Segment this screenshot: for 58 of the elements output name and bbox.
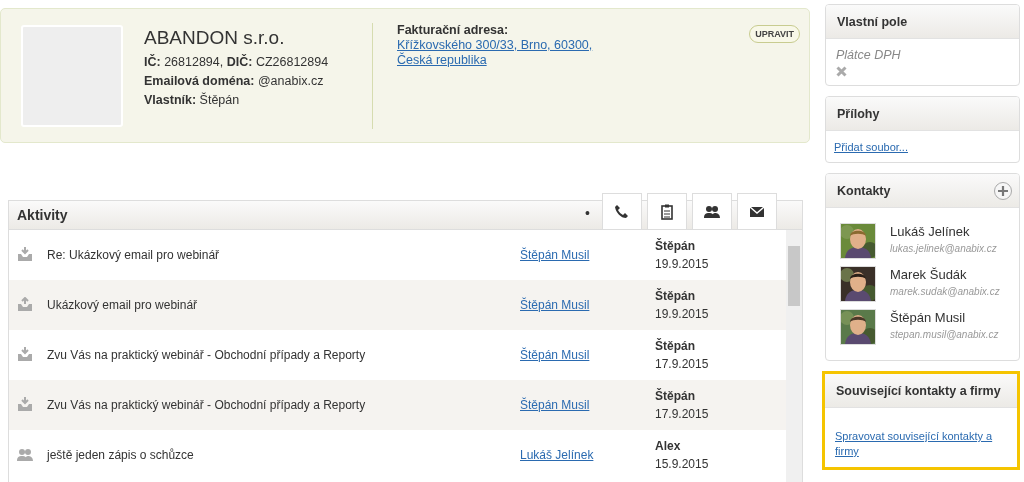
- edit-button[interactable]: UPRAVIT: [749, 25, 800, 43]
- panel-title: Kontakty: [837, 183, 891, 198]
- dot-icon: •: [585, 205, 590, 221]
- panel-title: Související kontakty a firmy: [836, 383, 1001, 398]
- activity-date: 19.9.2015: [655, 257, 709, 271]
- meeting-icon: [17, 447, 33, 463]
- contact-link[interactable]: Štěpán Musil: [520, 348, 590, 362]
- contact-link[interactable]: Lukáš Jelínek: [520, 448, 594, 462]
- activity-author: Alex: [655, 438, 682, 455]
- contact-email: marek.sudak@anabix.cz: [890, 286, 1000, 297]
- company-detail: IČ: 26812894, DIČ: CZ26812894: [144, 53, 330, 71]
- phone-icon: [614, 203, 630, 220]
- activity-date: 19.9.2015: [655, 307, 709, 321]
- activity-subject[interactable]: Ukázkový email pro webinář: [47, 298, 520, 312]
- contact-name[interactable]: Lukáš Jelínek: [890, 223, 997, 240]
- activity-tab[interactable]: [692, 193, 732, 229]
- add-contact-button[interactable]: [994, 181, 1012, 200]
- scrollbar[interactable]: [786, 230, 802, 482]
- activity-tab[interactable]: [602, 193, 642, 229]
- activity-author: Štěpán: [655, 237, 696, 255]
- contact-name[interactable]: Marek Šudák: [890, 266, 1000, 283]
- note-icon: [659, 203, 675, 220]
- activity-tab[interactable]: [647, 193, 687, 229]
- outgoing-mail-icon: [17, 297, 33, 313]
- contact-name[interactable]: Štěpán Musil: [890, 309, 999, 326]
- address-link[interactable]: Křížkovského 300/33, Brno, 60300,: [397, 38, 593, 53]
- activity-date: 15.9.2015: [655, 457, 709, 471]
- activity-author: Štěpán: [655, 387, 696, 405]
- panel-title: Aktivity: [17, 207, 68, 223]
- contact-link[interactable]: Štěpán Musil: [520, 398, 590, 412]
- field-label: Plátce DPH: [836, 48, 902, 62]
- activity-author: Štěpán: [655, 287, 696, 305]
- activity-author: Štěpán: [655, 337, 696, 355]
- contact-link[interactable]: Štěpán Musil: [520, 248, 590, 262]
- contact-link[interactable]: Štěpán Musil: [520, 298, 590, 312]
- company-detail: Vlastník: Štěpán: [144, 91, 241, 109]
- address-link[interactable]: Česká republika: [397, 53, 593, 68]
- activity-date: 17.9.2015: [655, 357, 709, 371]
- plus-icon: [998, 185, 1008, 196]
- contact-email: stepan.musil@anabix.cz: [890, 329, 999, 340]
- activity-date: 17.9.2015: [655, 407, 709, 421]
- panel-title: Přílohy: [837, 106, 880, 121]
- company-detail: Emailová doména: @anabix.cz: [144, 73, 325, 90]
- activity-subject[interactable]: Re: Ukázkový email pro webinář: [47, 248, 520, 262]
- add-file-link[interactable]: Přidat soubor...: [834, 141, 908, 153]
- activity-subject[interactable]: Zvu Vás na praktický webinář - Obchodní případy a Reporty: [47, 398, 520, 412]
- incoming-mail-icon: [17, 347, 33, 363]
- activity-tab[interactable]: [737, 193, 777, 229]
- incoming-mail-icon: [17, 247, 33, 263]
- activity-subject[interactable]: ještě jeden zápis o schůzce: [47, 448, 520, 462]
- panel-title: Vlastní pole: [837, 14, 908, 29]
- meeting-icon: [704, 203, 720, 220]
- address-label: Fakturační adresa:: [397, 23, 510, 38]
- incoming-mail-icon: [17, 397, 33, 413]
- activity-subject[interactable]: Zvu Vás na praktický webinář - Obchodní případy a Reporty: [47, 348, 520, 362]
- contact-email: lukas.jelinek@anabix.cz: [890, 243, 997, 254]
- manage-related-link[interactable]: Spravovat související kontakty a firmy: [835, 417, 1007, 459]
- company-name: ABANDON s.r.o.: [144, 26, 286, 50]
